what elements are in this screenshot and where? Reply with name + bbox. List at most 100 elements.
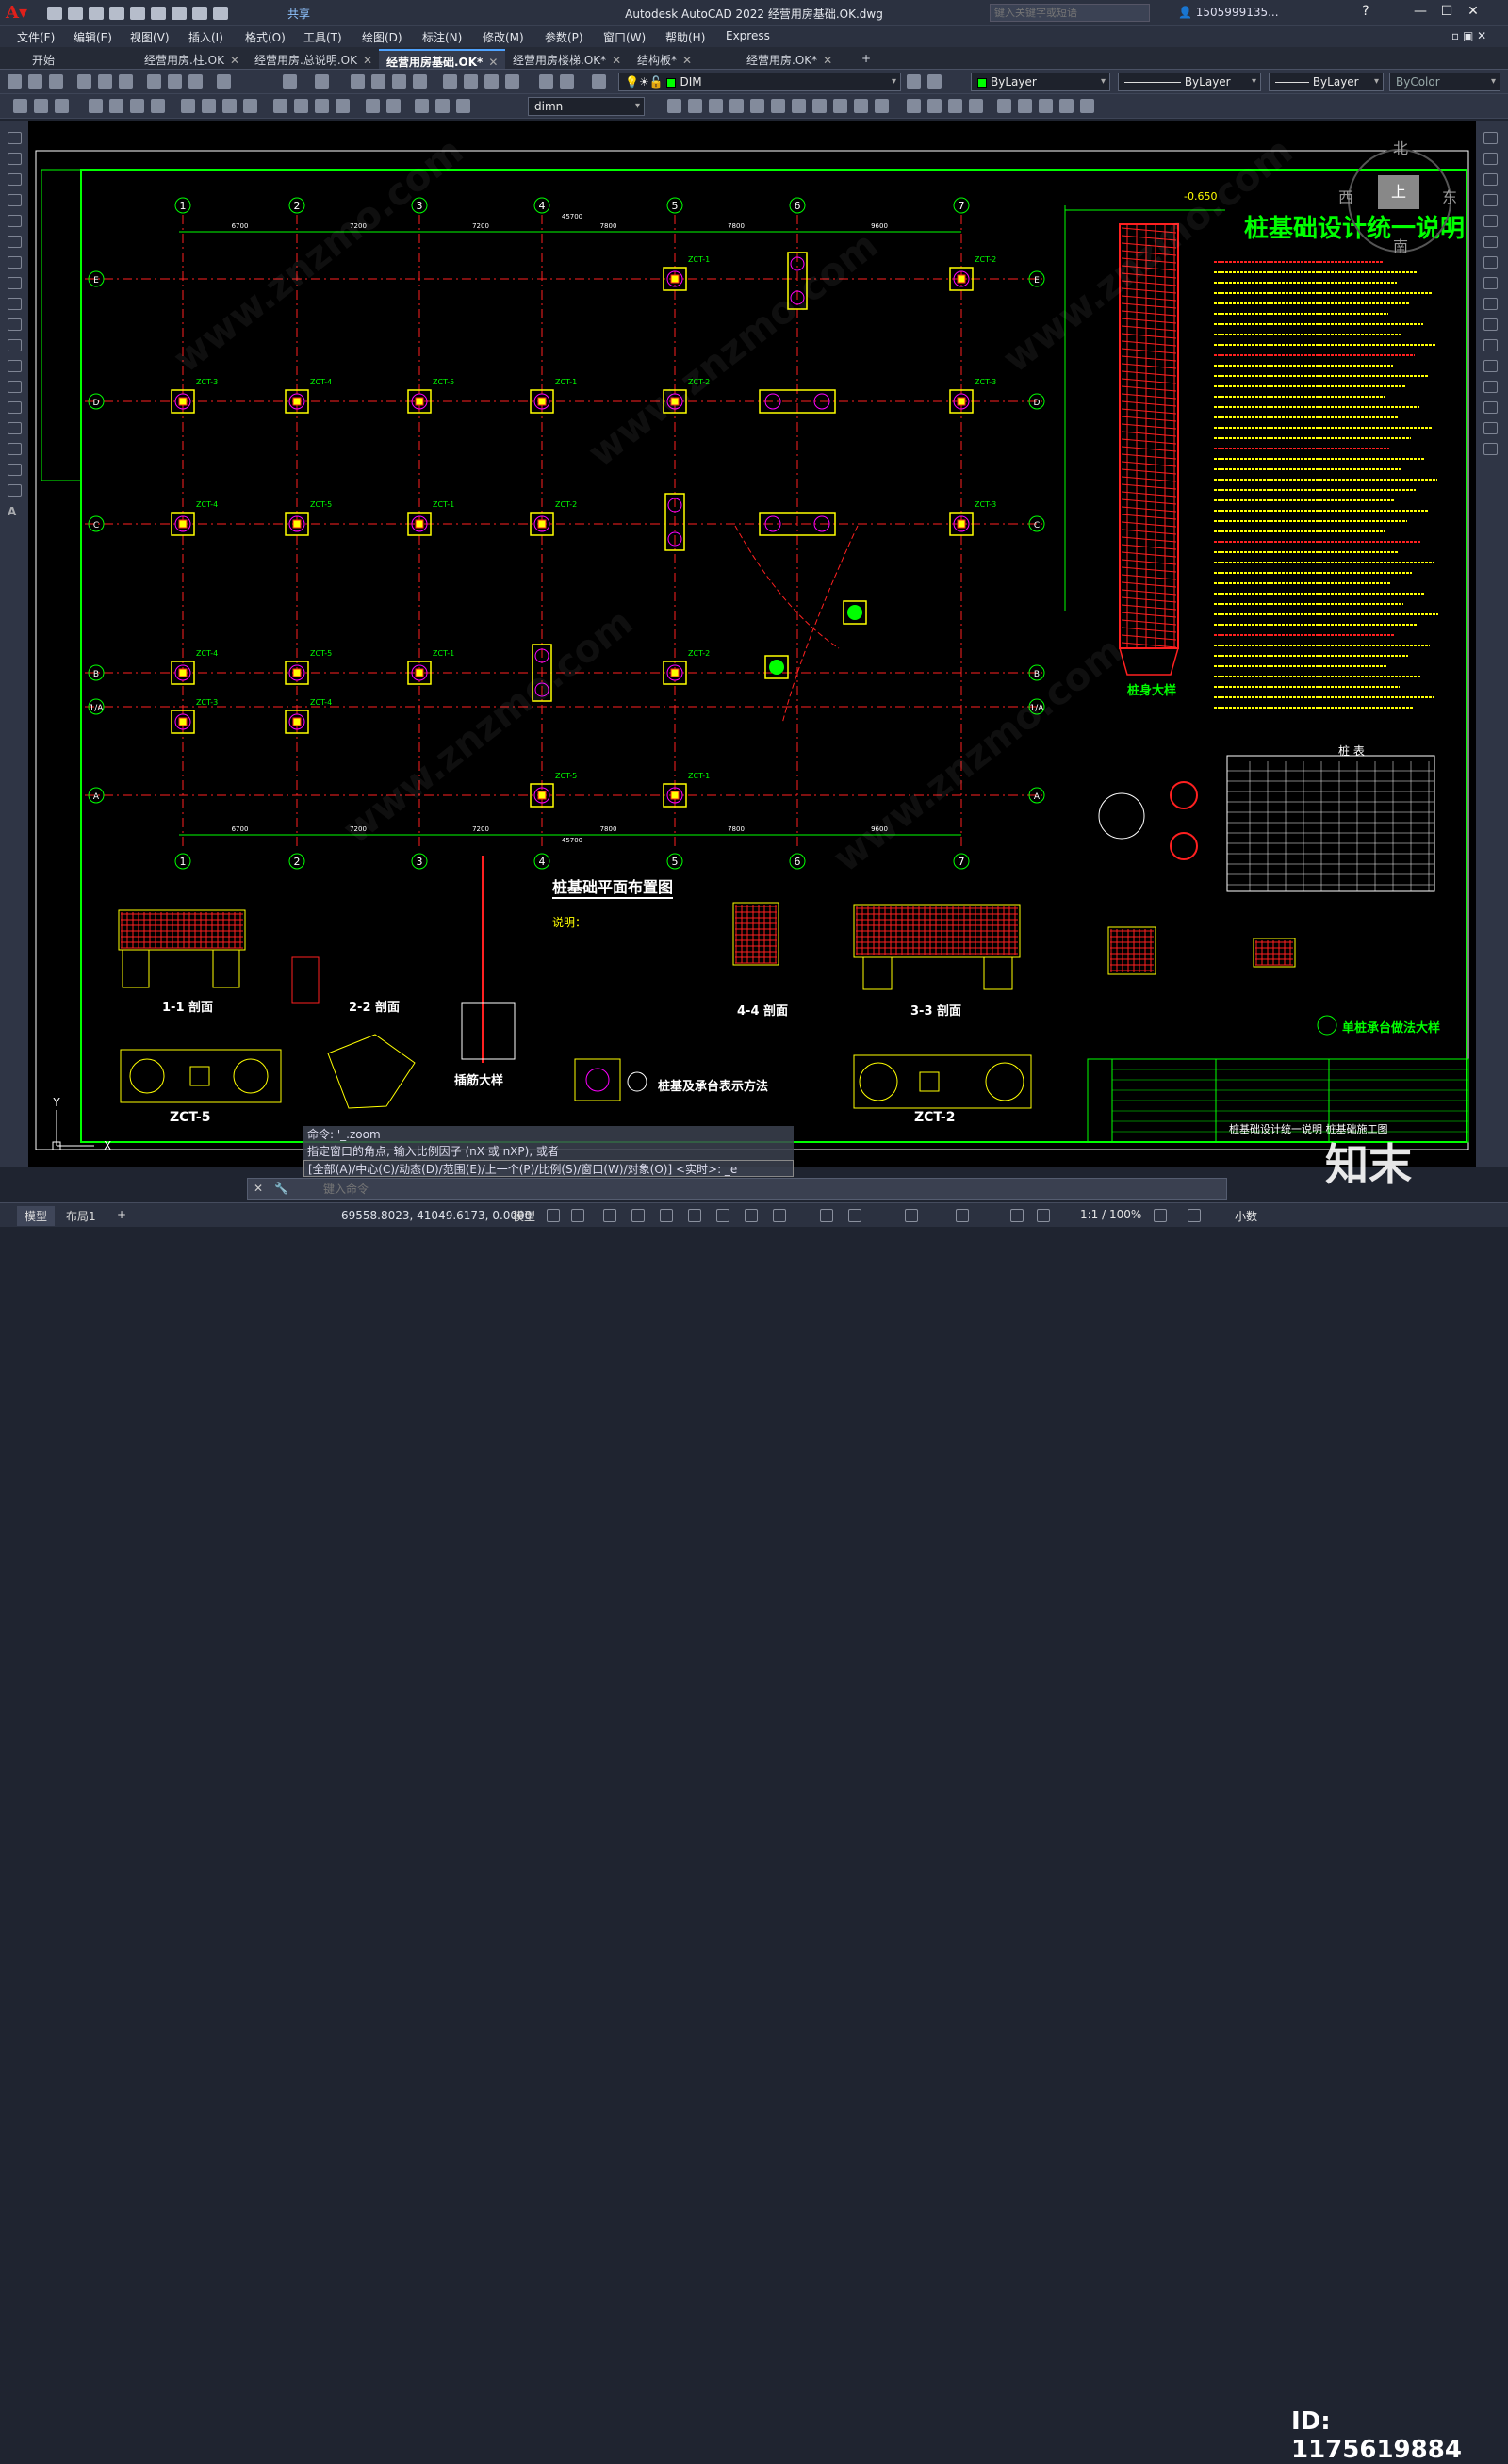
- offset-icon[interactable]: [1483, 194, 1498, 206]
- new-icon[interactable]: [47, 7, 62, 20]
- snap-icon[interactable]: [571, 1209, 584, 1222]
- dim-break-icon[interactable]: [294, 99, 308, 113]
- autocad-logo-icon[interactable]: A▾: [6, 3, 27, 24]
- mtext-icon[interactable]: [1080, 99, 1094, 113]
- annotation-scale[interactable]: 1:1 / 100%: [1080, 1208, 1141, 1221]
- line-icon[interactable]: [8, 132, 22, 144]
- menu-window[interactable]: 窗口(W): [603, 29, 646, 45]
- command-input[interactable]: [303, 1181, 1217, 1198]
- customize-icon[interactable]: 🔧: [274, 1182, 288, 1195]
- menu-file[interactable]: 文件(F): [17, 29, 55, 45]
- fillet-icon[interactable]: [907, 99, 921, 113]
- markup-icon[interactable]: [539, 74, 553, 89]
- chamfer-icon[interactable]: [1483, 401, 1498, 414]
- quick-dim-icon[interactable]: [202, 99, 216, 113]
- menu-parametric[interactable]: 参数(P): [545, 29, 583, 45]
- gradient-icon[interactable]: [8, 443, 22, 455]
- arc-icon[interactable]: [8, 236, 22, 248]
- polar-icon[interactable]: [631, 1209, 645, 1222]
- selection-cycling-icon[interactable]: [773, 1209, 786, 1222]
- menu-format[interactable]: 格式(O): [245, 29, 286, 45]
- grid-icon[interactable]: [547, 1209, 560, 1222]
- copy-object-icon[interactable]: [709, 99, 723, 113]
- mirror-icon[interactable]: [1483, 173, 1498, 186]
- save-icon[interactable]: [89, 7, 104, 20]
- pan-icon[interactable]: [351, 74, 365, 89]
- color-dropdown[interactable]: ByLayer ▾: [971, 73, 1110, 91]
- array-icon[interactable]: [771, 99, 785, 113]
- annotation-monitor-icon[interactable]: [905, 1209, 918, 1222]
- match-properties-icon[interactable]: [217, 74, 231, 89]
- table-icon[interactable]: [8, 484, 22, 497]
- zoom-previous-icon[interactable]: [413, 74, 427, 89]
- menu-tools[interactable]: 工具(T): [303, 29, 342, 45]
- close-icon[interactable]: ✕: [230, 54, 239, 67]
- plot-icon[interactable]: [77, 74, 91, 89]
- object-snap-icon[interactable]: [716, 1209, 729, 1222]
- zoom-realtime-icon[interactable]: [371, 74, 385, 89]
- close-button[interactable]: ✕: [1463, 4, 1483, 21]
- mtext-icon[interactable]: A: [8, 505, 22, 518]
- close-icon[interactable]: ✕: [823, 54, 832, 67]
- save-as-icon[interactable]: [109, 7, 124, 20]
- restore-doc-icon[interactable]: ▫ ▣ ✕: [1451, 29, 1486, 42]
- minimize-button[interactable]: —: [1410, 4, 1431, 21]
- auto-scale-icon[interactable]: [1037, 1209, 1050, 1222]
- tab-foundation[interactable]: 经营用房基础.OK* ✕: [379, 49, 506, 69]
- break-icon[interactable]: [1483, 360, 1498, 372]
- viewcube-east[interactable]: 东: [1442, 185, 1457, 207]
- spline-icon[interactable]: [8, 298, 22, 310]
- plot-icon[interactable]: [172, 7, 187, 20]
- extend-icon[interactable]: [1483, 339, 1498, 351]
- menu-view[interactable]: 视图(V): [130, 29, 170, 45]
- dimstyle-dropdown[interactable]: dimn ▾: [528, 97, 645, 116]
- tab-start[interactable]: 开始: [25, 49, 62, 69]
- rotate-icon[interactable]: [792, 99, 806, 113]
- ellipse-arc-icon[interactable]: [8, 339, 22, 351]
- tab-model[interactable]: 模型: [17, 1206, 56, 1226]
- layer-dropdown[interactable]: 💡☀🔓 DIM ▾: [618, 73, 901, 91]
- stretch-icon[interactable]: [1483, 298, 1498, 310]
- make-block-icon[interactable]: [8, 381, 22, 393]
- insert-block-icon[interactable]: [8, 360, 22, 372]
- array-icon[interactable]: [1483, 215, 1498, 227]
- isodraft-icon[interactable]: [660, 1209, 673, 1222]
- trim-icon[interactable]: [1483, 318, 1498, 331]
- maximize-button[interactable]: ☐: [1436, 4, 1457, 21]
- close-icon[interactable]: ✕: [488, 56, 498, 69]
- offset-icon[interactable]: [750, 99, 764, 113]
- paste-icon[interactable]: [188, 74, 203, 89]
- lineweight-dropdown[interactable]: ByLayer ▾: [1269, 73, 1384, 91]
- menu-edit[interactable]: 编辑(E): [74, 29, 112, 45]
- viewcube-north[interactable]: 北: [1393, 136, 1408, 158]
- menu-dimension[interactable]: 标注(N): [422, 29, 462, 45]
- menu-insert[interactable]: 插入(I): [188, 29, 223, 45]
- open-icon[interactable]: [28, 74, 42, 89]
- close-icon[interactable]: ✕: [363, 54, 372, 67]
- dim-ordinate-icon[interactable]: [89, 99, 103, 113]
- calculator-icon[interactable]: [560, 74, 574, 89]
- open-icon[interactable]: [68, 7, 83, 20]
- tool-palettes-icon[interactable]: [484, 74, 499, 89]
- fillet-icon[interactable]: [1483, 422, 1498, 434]
- transparency-icon[interactable]: [820, 1209, 833, 1222]
- tolerance-icon[interactable]: [315, 99, 329, 113]
- move-icon[interactable]: [688, 99, 702, 113]
- dim-text-edit-icon[interactable]: [435, 99, 450, 113]
- tab-column[interactable]: 经营用房.柱.OK ✕: [137, 49, 247, 69]
- dim-linear-icon[interactable]: [13, 99, 27, 113]
- menu-express[interactable]: Express: [726, 29, 770, 42]
- undo-icon[interactable]: [283, 74, 297, 89]
- erase-icon[interactable]: [1483, 132, 1498, 144]
- dim-style-icon[interactable]: [667, 99, 681, 113]
- copy-icon[interactable]: [168, 74, 182, 89]
- tab-stairs[interactable]: 经营用房楼梯.OK* ✕: [505, 49, 629, 69]
- make-current-layer-icon[interactable]: [907, 74, 921, 89]
- close-icon[interactable]: ✕: [254, 1182, 263, 1195]
- erase-icon[interactable]: [969, 99, 983, 113]
- hatch-icon[interactable]: [1039, 99, 1053, 113]
- polygon-icon[interactable]: [8, 194, 22, 206]
- viewcube[interactable]: 北 西 东 南 上: [1338, 139, 1457, 255]
- dim-space-icon[interactable]: [273, 99, 287, 113]
- zoom-window-icon[interactable]: [392, 74, 406, 89]
